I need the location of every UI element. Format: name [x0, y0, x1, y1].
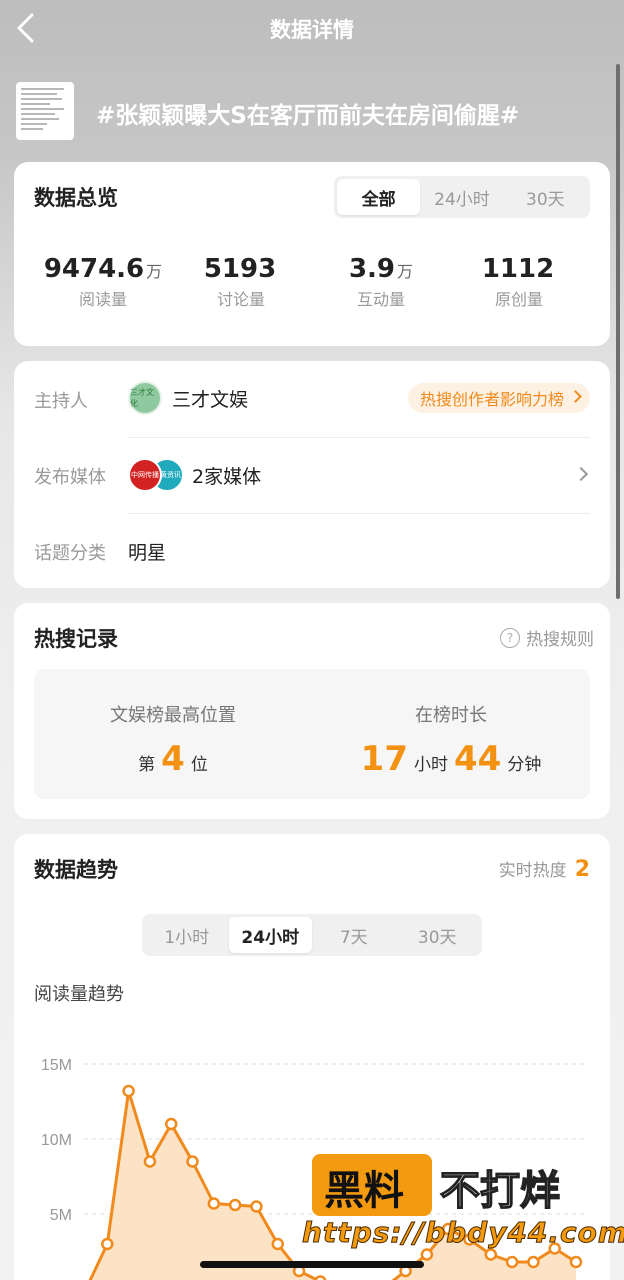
stat-discussions-value: 5193 [203, 254, 277, 284]
nav-bar: 数据详情 [0, 0, 624, 56]
trend-tabs: 1小时 24小时 7天 30天 [142, 914, 482, 956]
peak-suffix: 位 [190, 755, 208, 775]
hot-record-card: 热搜记录 ? 热搜规则 文娱榜最高位置 第 4 位 在榜时长 17 小时 44 … [14, 603, 610, 819]
watermark-brand-b: 不打烊 [439, 1167, 561, 1215]
data-point [228, 1198, 242, 1212]
duration-hours: 17 [360, 739, 408, 779]
topic-thumbnail [16, 82, 74, 140]
creator-rank-label: 热搜创作者影响力榜 [419, 390, 564, 409]
overview-tabs: 全部 24小时 30天 [334, 176, 590, 218]
tab-all[interactable]: 全部 [337, 179, 421, 215]
y-tick-label: 5M [50, 1207, 72, 1224]
stat-originals-value: 1112 [481, 254, 555, 284]
y-tick-label: 15M [41, 1057, 72, 1074]
realtime-label: 实时热度 [498, 861, 567, 881]
hot-stats-box: 文娱榜最高位置 第 4 位 在榜时长 17 小时 44 分钟 [34, 669, 590, 799]
data-point [250, 1200, 263, 1213]
peak-prefix: 第 [138, 755, 156, 775]
stat-discussions-label: 讨论量 [216, 290, 265, 309]
hot-rules-label: 热搜规则 [526, 630, 594, 650]
page-title: 数据详情 [270, 18, 354, 42]
stat-interactions: 3.9 万 互动量 [316, 254, 446, 310]
tab-24h[interactable]: 24小时 [228, 917, 312, 953]
data-point [314, 1275, 327, 1280]
chart-subtitle: 阅读量趋势 [34, 984, 124, 1005]
data-point [207, 1197, 221, 1210]
data-point [164, 1117, 178, 1131]
stat-interactions-label: 互动量 [356, 290, 405, 309]
category-value: 明星 [128, 542, 167, 564]
data-point [186, 1155, 199, 1168]
media-count[interactable]: 2家媒体 [192, 462, 261, 489]
hot-record-title: 热搜记录 [34, 627, 118, 651]
peak-position: 文娱榜最高位置 第 4 位 [34, 669, 312, 799]
tab-1h[interactable]: 1小时 [145, 917, 229, 953]
stat-originals-label: 原创量 [494, 290, 543, 309]
host-name[interactable]: 三才文娱 [172, 385, 248, 412]
watermark-brand-a: 黑料 [324, 1168, 404, 1214]
watermark-url: https://bbdy44.com [301, 1216, 624, 1250]
data-point [122, 1084, 135, 1098]
stat-originals: 1112 原创量 [454, 254, 584, 310]
topic-header: #张颖颖曝大S在客厅而前夫在房间偷腥# [16, 82, 616, 142]
media-avatar: 中网传播 [128, 458, 162, 492]
question-icon: ? [500, 627, 520, 648]
category-label: 话题分类 [34, 543, 106, 564]
trend-title: 数据趋势 [34, 858, 118, 882]
host-label: 主持人 [34, 391, 88, 412]
hot-rules-link[interactable]: ? 热搜规则 [500, 625, 594, 650]
media-label: 发布媒体 [34, 467, 106, 488]
stat-reads-value: 9474.6 [43, 254, 145, 284]
tab-24h[interactable]: 24小时 [420, 179, 503, 215]
divider [128, 513, 590, 514]
overview-title: 数据总览 [34, 186, 118, 210]
creator-rank-link[interactable]: 热搜创作者影响力榜 [407, 383, 590, 413]
data-point [101, 1237, 114, 1251]
data-point [271, 1237, 284, 1251]
duration-label: 在榜时长 [415, 705, 487, 726]
chevron-right-icon [569, 390, 582, 403]
tab-30d[interactable]: 30天 [396, 917, 480, 953]
duration-minutes: 44 [454, 739, 502, 779]
list-duration: 在榜时长 17 小时 44 分钟 [312, 669, 590, 799]
data-point [143, 1155, 157, 1168]
tab-30d[interactable]: 30天 [504, 179, 587, 215]
hours-unit: 小时 [414, 755, 448, 775]
stat-reads-unit: 万 [146, 262, 163, 281]
info-card: 主持人 三才文化 三才文娱 热搜创作者影响力榜 发布媒体 中网传播 蛋黄资讯 2… [14, 361, 610, 588]
stat-interactions-unit: 万 [397, 262, 414, 281]
tab-7d[interactable]: 7天 [312, 917, 396, 953]
host-avatar[interactable]: 三才文化 [128, 381, 162, 415]
scrollbar[interactable] [616, 64, 620, 599]
topic-title: #张颖颖曝大S在客厅而前夫在房间偷腥# [96, 103, 520, 129]
realtime-heat: 实时热度 2 [499, 856, 590, 882]
home-indicator [200, 1261, 424, 1268]
overview-card: 数据总览 全部 24小时 30天 9474.6 万 阅读量 5193 讨论量 3.… [14, 162, 610, 346]
peak-value: 4 [161, 739, 185, 779]
peak-label: 文娱榜最高位置 [110, 705, 236, 726]
divider [128, 437, 590, 438]
stat-reads: 9474.6 万 阅读量 [38, 254, 168, 310]
y-tick-label: 10M [41, 1132, 72, 1149]
chevron-right-icon[interactable] [573, 466, 589, 482]
stat-interactions-value: 3.9 [348, 254, 396, 284]
watermark: 黑料 不打烊 https://bbdy44.com [301, 1150, 624, 1260]
stat-reads-label: 阅读量 [78, 290, 127, 309]
realtime-value: 2 [574, 857, 590, 882]
minutes-unit: 分钟 [507, 755, 542, 775]
stat-discussions: 5193 讨论量 [176, 254, 306, 310]
